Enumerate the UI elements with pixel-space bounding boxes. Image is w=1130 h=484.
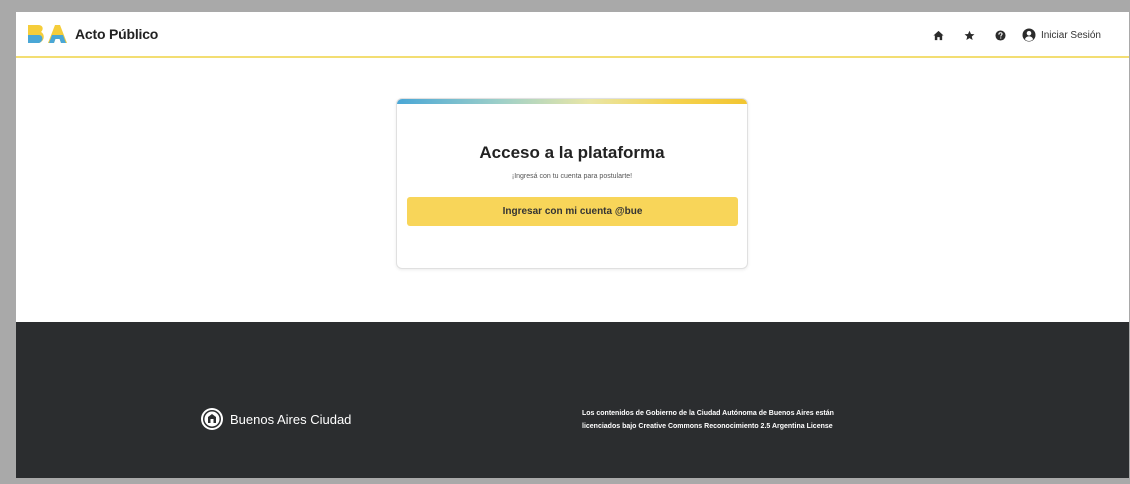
user-circle-icon bbox=[1022, 28, 1036, 42]
license-line-1: Los contenidos de Gobierno de la Ciudad … bbox=[582, 410, 834, 417]
header-nav: Iniciar Sesión bbox=[933, 12, 1101, 58]
license-text: Los contenidos de Gobierno de la Ciudad … bbox=[582, 407, 942, 433]
login-label: Iniciar Sesión bbox=[1040, 29, 1101, 41]
card-subtitle: ¡Ingresá con tu cuenta para postularte! bbox=[511, 173, 633, 180]
card-title: Acceso a la plataforma bbox=[479, 143, 665, 162]
login-card: Acceso a la plataforma ¡Ingresá con tu c… bbox=[396, 98, 748, 269]
help-icon[interactable] bbox=[995, 29, 1006, 41]
page-footer: Buenos Aires Ciudad Los contenidos de Go… bbox=[16, 322, 1129, 478]
login-bue-button[interactable]: Ingresar con mi cuenta @bue bbox=[407, 197, 738, 226]
license-line-2[interactable]: licenciados bajo Creative Commons Recono… bbox=[582, 420, 942, 433]
home-icon[interactable] bbox=[933, 30, 944, 41]
city-seal-icon bbox=[201, 408, 223, 430]
screenshot-frame: Acto Público Iniciar Sesión Acceso a la … bbox=[0, 0, 1130, 484]
footer-brand-name: Buenos Aires Ciudad bbox=[230, 411, 352, 427]
brand-title: Acto Público bbox=[75, 26, 159, 42]
ba-logo-icon bbox=[28, 25, 67, 43]
brand-home-link[interactable]: Acto Público bbox=[27, 23, 158, 45]
page: Acto Público Iniciar Sesión Acceso a la … bbox=[16, 12, 1129, 478]
login-link[interactable]: Iniciar Sesión bbox=[1022, 28, 1101, 42]
card-gradient-bar bbox=[397, 99, 747, 104]
top-header: Acto Público Iniciar Sesión bbox=[16, 12, 1129, 58]
footer-brand[interactable]: Buenos Aires Ciudad bbox=[200, 407, 351, 431]
star-icon[interactable] bbox=[964, 30, 975, 41]
